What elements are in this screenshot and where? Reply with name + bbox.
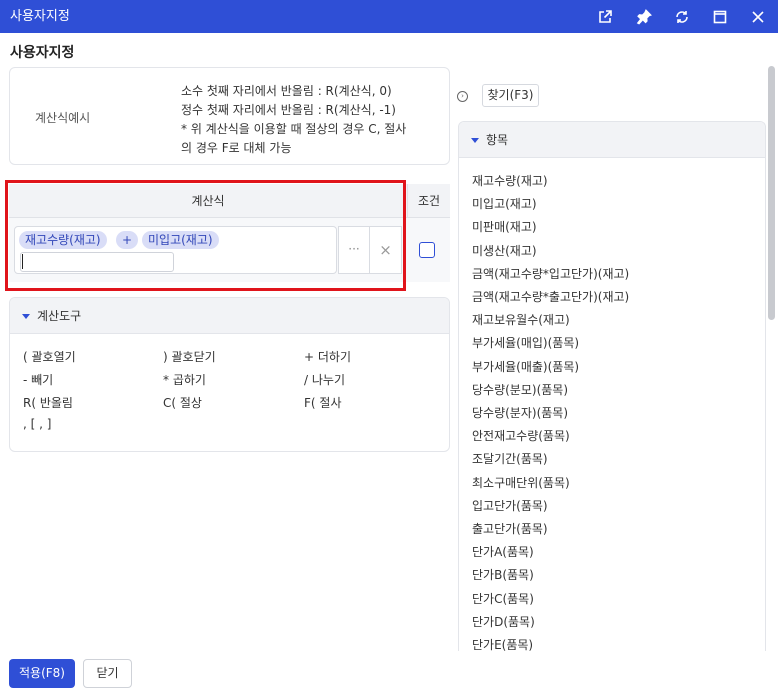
scrollbar[interactable] (768, 66, 775, 320)
example-line: 소수 첫째 자리에서 반올림 : R(계산식, 0) (181, 84, 392, 98)
items-panel: 항목 재고수량(재고) 미입고(재고) 미판매(재고) 미생산(재고) 금액(재고수량*… (458, 121, 766, 651)
text-caret (22, 254, 23, 269)
calc-tools-title: 계산도구 (37, 309, 82, 323)
list-item[interactable]: 재고보유월수(재고) (472, 311, 570, 328)
condition-header: 조건 (407, 184, 450, 218)
list-item[interactable]: 당수량(분모)(품목) (472, 381, 568, 398)
calc-tools-panel: 계산도구 ( 괄호열기 ) 괄호닫기 + 더하기 - 빼기 * 곱하기 / 나누… (9, 297, 450, 452)
list-item[interactable]: 단가A(품목) (472, 543, 534, 560)
popout-icon[interactable] (594, 6, 616, 28)
page-title: 사용자지정 (10, 45, 75, 61)
condition-checkbox[interactable] (419, 242, 435, 258)
example-line: 정수 첫째 자리에서 반올림 : R(계산식, -1) (181, 103, 396, 117)
tool-close-paren[interactable]: ) 괄호닫기 (163, 348, 216, 365)
collapse-triangle-icon (22, 314, 30, 319)
list-item[interactable]: 조달기간(품목) (472, 450, 548, 467)
formula-text-input[interactable] (20, 252, 174, 272)
items-header[interactable]: 항목 (459, 122, 765, 158)
list-item[interactable]: 금액(재고수량*출고단가)(재고) (472, 288, 629, 305)
formula-input-area[interactable]: 재고수량(재고) + 미입고(재고) (14, 226, 337, 274)
formula-token-operator[interactable]: + (116, 231, 139, 249)
window-title: 사용자지정 (10, 9, 70, 24)
list-item[interactable]: 금액(재고수량*입고단가)(재고) (472, 265, 629, 282)
more-button[interactable]: ··· (338, 226, 370, 274)
tool-floor[interactable]: F( 절사 (304, 394, 341, 411)
items-title: 항목 (486, 133, 509, 147)
formula-editor: 계산식 조건 재고수량(재고) + 미입고(재고) ··· × (9, 184, 450, 282)
list-item[interactable]: 부가세율(매출)(품목) (472, 358, 579, 375)
collapse-triangle-icon (471, 138, 479, 143)
tool-subtract[interactable]: - 빼기 (23, 371, 53, 388)
tool-divide[interactable]: / 나누기 (304, 371, 345, 388)
tool-multiply[interactable]: * 곱하기 (163, 371, 206, 388)
formula-header: 계산식 (9, 184, 407, 218)
expand-circle-icon[interactable]: › (457, 91, 468, 102)
find-button[interactable]: 찾기(F3) (482, 84, 539, 107)
pin-icon[interactable] (633, 6, 655, 28)
apply-button[interactable]: 적용(F8) (9, 659, 75, 688)
example-line: * 위 계산식을 이용할 때 절상의 경우 C, 절사 (181, 122, 407, 136)
title-bar: 사용자지정 (0, 0, 778, 33)
list-item[interactable]: 당수량(분자)(품목) (472, 404, 568, 421)
list-item[interactable]: 단가B(품목) (472, 566, 534, 583)
list-item[interactable]: 최소구매단위(품목) (472, 474, 570, 491)
list-item[interactable]: 단가D(품목) (472, 613, 535, 630)
calc-tools-header[interactable]: 계산도구 (10, 298, 449, 334)
list-item[interactable]: 부가세율(매입)(품목) (472, 334, 579, 351)
list-item[interactable]: 입고단가(품목) (472, 497, 548, 514)
close-button[interactable]: 닫기 (83, 659, 132, 688)
example-label: 계산식예시 (35, 111, 91, 125)
list-item[interactable]: 미입고(재고) (472, 195, 537, 212)
list-item[interactable]: 안전재고수량(품목) (472, 427, 570, 444)
formula-token[interactable]: 재고수량(재고) (19, 231, 107, 249)
list-item[interactable]: 출고단가(품목) (472, 520, 548, 537)
list-item[interactable]: 미생산(재고) (472, 242, 537, 259)
refresh-icon[interactable] (671, 6, 693, 28)
tool-round[interactable]: R( 반올림 (23, 394, 73, 411)
formula-row: 재고수량(재고) + 미입고(재고) ··· × (9, 218, 450, 282)
maximize-icon[interactable] (709, 6, 731, 28)
formula-example-box: 계산식예시 소수 첫째 자리에서 반올림 : R(계산식, 0) 정수 첫째 자… (9, 67, 450, 165)
list-item[interactable]: 단가E(품목) (472, 636, 533, 651)
list-item[interactable]: 재고수량(재고) (472, 172, 548, 189)
clear-button[interactable]: × (370, 226, 402, 274)
example-text: 소수 첫째 자리에서 반올림 : R(계산식, 0) 정수 첫째 자리에서 반올… (181, 82, 443, 158)
formula-token[interactable]: 미입고(재고) (142, 231, 219, 249)
example-line: 의 경우 F로 대체 가능 (181, 141, 292, 155)
list-item[interactable]: 단가C(품목) (472, 590, 534, 607)
tool-ceil[interactable]: C( 절상 (163, 394, 202, 411)
tool-open-paren[interactable]: ( 괄호열기 (23, 348, 76, 365)
tool-add[interactable]: + 더하기 (304, 348, 351, 365)
close-icon[interactable] (747, 6, 769, 28)
list-item[interactable]: 미판매(재고) (472, 218, 537, 235)
tool-separators[interactable]: , [ , ] (23, 417, 51, 431)
